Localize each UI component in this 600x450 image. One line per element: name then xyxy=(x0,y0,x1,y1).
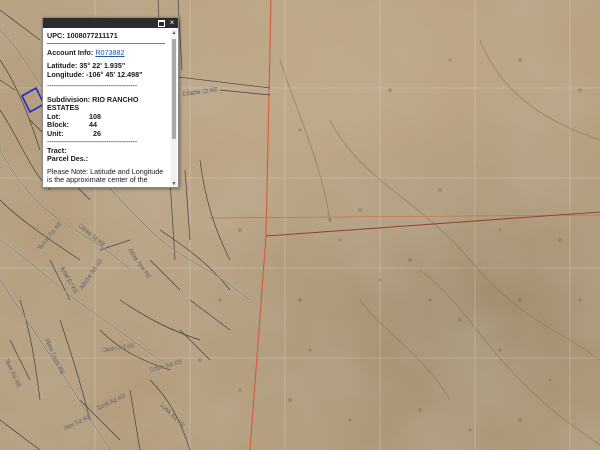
unit-row: Unit: 26 xyxy=(47,128,169,139)
scroll-up-icon[interactable]: ▲ xyxy=(171,30,177,36)
parcel-des-label: Parcel Des.: xyxy=(47,154,89,163)
scroll-thumb[interactable] xyxy=(172,39,176,139)
popup-content: UPC: 1008077211171 Account Info: R073882… xyxy=(47,32,169,184)
popup-titlebar[interactable]: × xyxy=(43,18,178,28)
account-link[interactable]: R073882 xyxy=(95,48,124,57)
account-label: Account Info: xyxy=(47,47,94,57)
divider xyxy=(47,42,165,44)
popup-scrollbar[interactable]: ▲ ▼ xyxy=(171,30,177,187)
block-row: Block: 44 xyxy=(47,120,169,130)
account-row: Account Info: R073882 xyxy=(47,47,169,58)
separator-line: ----------------------------------------… xyxy=(47,82,137,90)
map-view[interactable]: Dilaria Ct NE Ceres St NE Atlas Ave NE A… xyxy=(0,0,600,450)
close-icon[interactable]: × xyxy=(168,19,176,27)
coordinates-note: Please Note: Latitude and Longitude is t… xyxy=(47,166,164,184)
lot-table: Lot: 108 Block: 44 Unit: 26 xyxy=(47,112,169,139)
upc-label: UPC: xyxy=(47,32,65,40)
maximize-icon[interactable] xyxy=(157,19,165,27)
parcel-info-popup[interactable]: × UPC: 1008077211171 Account Info: R0738… xyxy=(42,17,179,188)
longitude-label: Longitude: xyxy=(47,69,85,79)
unit-value: 26 xyxy=(93,128,101,138)
upc-row: UPC: 1008077211171 xyxy=(47,32,169,41)
upc-value: 1008077211171 xyxy=(66,32,118,40)
longitude-row: Longitude: -106° 45' 12.498" xyxy=(47,69,169,80)
scroll-down-icon[interactable]: ▼ xyxy=(171,181,177,187)
subdivision-row: Subdivision: RIO RANCHO ESTATES xyxy=(47,95,169,113)
longitude-value: -106° 45' 12.498" xyxy=(86,69,143,79)
unit-label: Unit: xyxy=(47,128,64,138)
